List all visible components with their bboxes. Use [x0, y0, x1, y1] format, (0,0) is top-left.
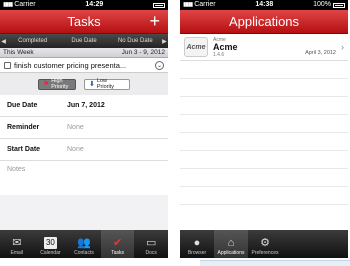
tab-label: Applications [217, 250, 245, 256]
section-range: Jun 3 - 9, 2012 [121, 49, 165, 56]
signal-icon: ▮▮▮▮ [183, 2, 193, 8]
reminder-field[interactable]: Reminder None [0, 117, 168, 139]
tab-label: Contacts [74, 250, 94, 256]
tab-label: Tasks [111, 250, 124, 256]
tab-label: Preferences [251, 250, 279, 256]
list-item [180, 187, 348, 205]
battery-icon [333, 2, 345, 8]
tasks-screen: ▮▮▮▮ Carrier 14:29 Tasks + ◀ Completed D… [0, 0, 168, 258]
status-bar: ▮▮▮▮ Carrier 14:38 100% [180, 0, 348, 10]
checkmark-icon: ✔ [112, 237, 123, 249]
task-row[interactable]: finish customer pricing presenta... ⌄ [0, 58, 168, 73]
arrow-down-icon: ⬇ [89, 81, 95, 88]
tab-docs[interactable]: ▭ Docs [134, 230, 168, 258]
sort-right-arrow-icon[interactable]: ▶ [161, 38, 168, 45]
add-task-button[interactable]: + [149, 10, 160, 32]
section-header: This Week Jun 3 - 9, 2012 [0, 48, 168, 58]
chevron-right-icon: › [341, 42, 344, 52]
sort-no-due-date[interactable]: No Due Date [110, 38, 161, 44]
tab-bar: ● Browser ⌂ Applications ⚙ Preferences [180, 230, 348, 258]
list-item [180, 133, 348, 151]
tab-label: Email [10, 250, 24, 256]
battery-percent: 100% [313, 1, 331, 8]
task-checkbox[interactable] [4, 61, 11, 69]
list-item [180, 97, 348, 115]
list-item [180, 151, 348, 169]
due-date-label: Due Date [7, 102, 38, 109]
start-date-value: None [67, 146, 84, 153]
sort-bar: ◀ Completed Due Date No Due Date ▶ [0, 34, 168, 48]
tab-email[interactable]: ✉ Email [0, 230, 34, 258]
low-priority-button[interactable]: ⬇ Low Priority [84, 78, 130, 90]
app-name: Acme [213, 41, 238, 52]
calendar-icon: 30 [43, 237, 57, 249]
page-title: Applications [228, 14, 300, 29]
signal-icon: ▮▮▮▮ [3, 2, 13, 8]
app-logo: Acme [184, 37, 208, 57]
app-folder-icon: ⌂ [227, 237, 235, 249]
notes-field[interactable]: Notes [0, 161, 168, 195]
reminder-value: None [67, 124, 84, 131]
tab-calendar[interactable]: 30 Calendar [34, 230, 68, 258]
list-item [180, 61, 348, 79]
tab-label: Docs [145, 250, 157, 256]
envelope-icon: ✉ [12, 237, 22, 249]
sort-due-date[interactable]: Due Date [58, 38, 109, 44]
carrier-label: Carrier [14, 1, 36, 8]
tab-preferences[interactable]: ⚙ Preferences [248, 230, 282, 258]
status-bar: ▮▮▮▮ Carrier 14:29 [0, 0, 168, 10]
page-divider [200, 260, 350, 266]
clock: 14:29 [85, 1, 104, 8]
globe-icon: ● [193, 237, 201, 249]
reminder-label: Reminder [7, 124, 40, 131]
app-date: April 3, 2012 [305, 50, 336, 56]
priority-selector: ⚑ High Priority ⬇ Low Priority [0, 73, 168, 95]
start-date-field[interactable]: Start Date None [0, 139, 168, 161]
page-title: Tasks [67, 14, 101, 29]
tab-applications[interactable]: ⌂ Applications [214, 230, 248, 258]
high-priority-label: High Priority [51, 78, 69, 90]
start-date-label: Start Date [7, 146, 41, 153]
tab-contacts[interactable]: 👥 Contacts [67, 230, 101, 258]
app-row[interactable]: Acme Acme Acme 1.4.6 April 3, 2012 › [180, 34, 348, 61]
tab-label: Browser [187, 250, 207, 256]
low-priority-label: Low Priority [96, 78, 114, 90]
expand-chevron-icon[interactable]: ⌄ [155, 60, 164, 70]
nav-bar: Applications [180, 10, 348, 34]
tab-tasks[interactable]: ✔ Tasks [100, 230, 135, 258]
app-list: Acme Acme Acme 1.4.6 April 3, 2012 › [180, 34, 348, 205]
nav-bar: Tasks + [0, 10, 168, 34]
list-item [180, 115, 348, 133]
due-date-value: Jun 7, 2012 [67, 102, 105, 109]
high-priority-button[interactable]: ⚑ High Priority [38, 78, 76, 90]
document-icon: ▭ [145, 237, 157, 249]
tab-bar: ✉ Email 30 Calendar 👥 Contacts ✔ Tasks ▭… [0, 230, 168, 258]
tab-label: Calendar [40, 250, 61, 256]
flag-icon: ⚑ [43, 81, 50, 88]
sort-left-arrow-icon[interactable]: ◀ [0, 38, 7, 45]
app-version: 1.4.6 [213, 51, 225, 58]
list-item [180, 79, 348, 97]
sort-completed[interactable]: Completed [7, 38, 58, 44]
due-date-field[interactable]: Due Date Jun 7, 2012 [0, 95, 168, 117]
contacts-icon: 👥 [77, 237, 91, 249]
tab-browser[interactable]: ● Browser [180, 230, 214, 258]
section-label: This Week [3, 49, 34, 56]
list-item [180, 169, 348, 187]
clock: 14:38 [255, 1, 274, 8]
battery-icon [153, 2, 165, 8]
applications-screen: ▮▮▮▮ Carrier 14:38 100% Applications Acm… [180, 0, 348, 258]
carrier-label: Carrier [194, 1, 216, 8]
gear-icon: ⚙ [260, 237, 270, 249]
task-title: finish customer pricing presenta... [14, 60, 127, 70]
